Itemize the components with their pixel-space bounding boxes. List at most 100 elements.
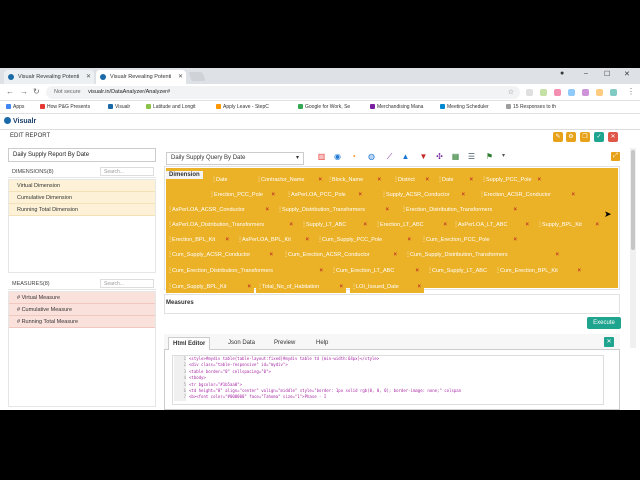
close-icon[interactable]: ✕ [86, 70, 91, 84]
globe-chart-icon[interactable]: ◍ [366, 151, 377, 162]
remove-pill-icon[interactable]: × [289, 220, 293, 231]
query-select[interactable]: Daily Supply Query By Date ▾ [166, 152, 304, 165]
dimension-pill[interactable]: AsPerLOA_LT_ABC × [452, 220, 532, 231]
dimension-pill[interactable]: Cum_Supply_ACSR_Conductor × [166, 250, 276, 261]
dimension-pill[interactable]: Cum_Erection_Distribution_Transformers × [166, 266, 326, 277]
dimension-pill[interactable]: Cum_Erection_ACSR_Conductor × [282, 250, 400, 261]
extension-icon[interactable] [568, 89, 575, 96]
remove-pill-icon[interactable]: × [513, 235, 517, 246]
minimize-icon[interactable]: – [584, 70, 588, 77]
measure-search-input[interactable]: Search... [100, 279, 154, 288]
bookmark-item[interactable]: Meeting Scheduler [440, 101, 489, 114]
remove-pill-icon[interactable]: × [443, 220, 447, 231]
remove-pill-icon[interactable]: × [265, 205, 269, 216]
remove-pill-icon[interactable]: × [271, 190, 275, 201]
remove-pill-icon[interactable]: × [425, 175, 429, 186]
dimension-pill[interactable]: AsPerLOA_Distribution_Transformers × [166, 220, 296, 231]
remove-pill-icon[interactable]: × [555, 250, 559, 261]
extension-icon[interactable] [526, 89, 533, 96]
dimension-pill[interactable]: Cum_Erection_BPL_Kit × [494, 266, 584, 277]
remove-pill-icon[interactable]: × [358, 190, 362, 201]
bookmark-item[interactable]: Visualr [108, 101, 130, 114]
measure-item[interactable]: # Cumulative Measure [9, 304, 155, 316]
dimension-pill[interactable]: Supply_LT_ABC × [300, 220, 370, 231]
measure-item[interactable]: # Virtual Measure [9, 292, 155, 304]
dimension-pill[interactable]: AsPerLOA_BPL_Kit × [236, 235, 312, 246]
remove-pill-icon[interactable]: × [525, 220, 529, 231]
chevron-down-icon[interactable]: ▾ [498, 151, 509, 162]
dimension-pill[interactable]: Block_Name × [326, 175, 384, 186]
page-scrollbar[interactable] [630, 148, 636, 348]
remove-pill-icon[interactable]: × [269, 250, 273, 261]
remove-pill-icon[interactable]: × [571, 190, 575, 201]
back-icon[interactable]: ← [6, 87, 14, 96]
extension-icon[interactable] [582, 89, 589, 96]
remove-pill-icon[interactable]: × [469, 175, 473, 186]
bookmark-item[interactable]: How P&G Presents [40, 101, 90, 114]
copy-icon[interactable]: ❐ [580, 132, 590, 142]
bookmark-item[interactable]: 15 Responses to th [506, 101, 556, 114]
dimension-pill[interactable]: Erection_PCC_Pole × [208, 190, 278, 201]
remove-pill-icon[interactable]: × [513, 205, 517, 216]
dimension-pill[interactable]: Cum_Supply_PCC_Pole × [316, 235, 414, 246]
extension-icon[interactable] [554, 89, 561, 96]
tab-preview[interactable]: Preview [270, 337, 299, 349]
dimension-pill[interactable]: Supply_BPL_Kit × [536, 220, 602, 231]
custom-chart-icon[interactable]: ⚑ [484, 151, 495, 162]
remove-pill-icon[interactable]: × [595, 220, 599, 231]
dimension-search-input[interactable]: Search... [100, 167, 154, 176]
bookmark-apps[interactable]: Apps [6, 101, 24, 114]
funnel-chart-icon[interactable]: ▼ [418, 151, 429, 162]
remove-pill-icon[interactable]: × [319, 266, 323, 277]
tab-html-editor[interactable]: Html Editor [168, 337, 211, 350]
remove-pill-icon[interactable]: × [461, 190, 465, 201]
measure-item[interactable]: # Running Total Measure [9, 316, 155, 328]
browser-tab[interactable]: Visualr Revealing Potenti ✕ [4, 70, 94, 84]
remove-pill-icon[interactable]: × [577, 266, 581, 277]
remove-pill-icon[interactable]: × [537, 175, 541, 186]
remove-pill-icon[interactable]: × [385, 205, 389, 216]
close-icon[interactable]: ✕ [178, 70, 183, 84]
pivot-chart-icon[interactable]: ☰ [466, 151, 477, 162]
scrollbar-thumb[interactable] [631, 150, 635, 250]
tab-json-data[interactable]: Json Data [224, 337, 259, 349]
app-logo[interactable]: Visualr [4, 117, 36, 125]
remove-pill-icon[interactable]: × [377, 175, 381, 186]
dimension-pill[interactable]: Cum_Supply_BPL_Kit × [166, 282, 254, 293]
remove-pill-icon[interactable]: × [305, 235, 309, 246]
reload-icon[interactable]: ↻ [33, 87, 40, 96]
bookmark-item[interactable]: Google for Work, Se [298, 101, 350, 114]
dimension-pill[interactable]: Cum_Erection_PCC_Pole × [420, 235, 520, 246]
remove-pill-icon[interactable]: × [417, 282, 421, 293]
bar-chart-icon[interactable]: ▥ [316, 151, 327, 162]
extension-icon[interactable] [610, 89, 617, 96]
remove-pill-icon[interactable]: × [318, 175, 322, 186]
maximize-icon[interactable]: ☐ [604, 70, 610, 78]
profile-icon[interactable]: ● [560, 70, 564, 77]
report-name-field[interactable]: Daily Supply Report By Date [8, 148, 156, 162]
forward-icon[interactable]: → [20, 87, 28, 96]
dimension-pill[interactable]: Cum_Supply_Distribution_Transformers × [404, 250, 562, 261]
tab-help[interactable]: Help [312, 337, 332, 349]
measures-drop-zone[interactable] [164, 294, 620, 314]
code-editor[interactable]: 1 <style>#mydiv table{table-layout:fixed}… [172, 355, 604, 405]
settings-icon[interactable]: ⚙ [566, 132, 576, 142]
new-tab-button[interactable] [188, 72, 206, 81]
remove-pill-icon[interactable]: × [415, 266, 419, 277]
address-bar[interactable]: Not secure visualr.in/DataAnalyzer/Analy… [46, 86, 520, 99]
close-report-icon[interactable]: ✕ [608, 132, 618, 142]
save-icon[interactable]: ✓ [594, 132, 604, 142]
dimension-pill[interactable]: Total_No_of_Habitation × [256, 282, 346, 293]
dimension-pill[interactable]: District × [392, 175, 432, 186]
edit-icon[interactable]: ✎ [553, 132, 563, 142]
area-chart-icon[interactable]: ▲ [400, 151, 411, 162]
window-close-icon[interactable]: ✕ [624, 70, 630, 78]
execute-button[interactable]: Execute [587, 317, 621, 329]
dimension-pill[interactable]: Erection_Distribution_Transformers × [400, 205, 520, 216]
extension-icon[interactable] [596, 89, 603, 96]
close-editor-icon[interactable]: ✕ [604, 337, 614, 347]
dimension-item[interactable]: Running Total Dimension [9, 204, 155, 216]
table-chart-icon[interactable]: ▦ [450, 151, 461, 162]
scatter-chart-icon[interactable]: ✣ [434, 151, 445, 162]
remove-pill-icon[interactable]: × [363, 220, 367, 231]
